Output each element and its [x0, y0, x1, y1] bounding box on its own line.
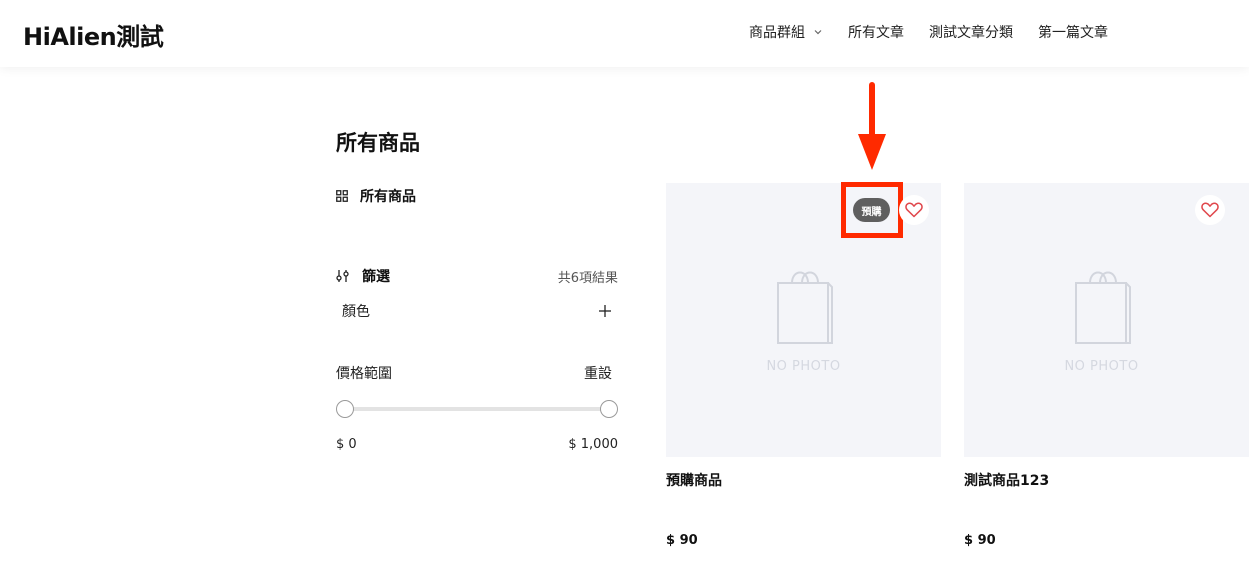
heart-icon: [905, 202, 923, 218]
annotation-arrow-icon: [858, 82, 886, 170]
price-range-values: $ 0 $ 1,000: [336, 437, 618, 452]
plus-icon[interactable]: [598, 304, 612, 318]
no-photo-text: NO PHOTO: [766, 359, 841, 374]
heart-icon: [1201, 202, 1219, 218]
chevron-down-icon: [814, 30, 822, 35]
no-photo-text: NO PHOTO: [1064, 359, 1139, 374]
product-image[interactable]: NO PHOTO: [964, 183, 1249, 457]
product-name[interactable]: 預購商品: [666, 470, 941, 490]
site-header: HiAlien測試 商品群組 所有文章 測試文章分類 第一篇文章: [0, 0, 1249, 67]
shopping-bag-icon: [1074, 271, 1131, 344]
shopping-bag-icon: [776, 271, 833, 344]
nav-item-label: 所有文章: [848, 25, 904, 41]
wishlist-button[interactable]: [899, 195, 929, 225]
nav-item-label: 測試文章分類: [929, 25, 1013, 41]
main-nav: 商品群組 所有文章 測試文章分類 第一篇文章: [749, 22, 1108, 42]
price-max-value: $ 1,000: [568, 437, 618, 452]
slider-track: [345, 407, 609, 411]
wishlist-button[interactable]: [1195, 195, 1225, 225]
product-image[interactable]: NO PHOTO 預購: [666, 182, 941, 457]
no-photo-placeholder: NO PHOTO: [964, 261, 1239, 374]
page-title: 所有商品: [336, 131, 420, 155]
product-price: $ 90: [964, 533, 996, 548]
product-card[interactable]: NO PHOTO 測試商品123 $ 90: [964, 183, 1249, 548]
nav-item-first-article[interactable]: 第一篇文章: [1038, 22, 1108, 42]
nav-item-test-article-category[interactable]: 測試文章分類: [929, 22, 1013, 42]
product-card[interactable]: NO PHOTO 預購 預購商品 $ 90: [666, 182, 941, 548]
category-all-products[interactable]: 所有商品: [336, 186, 416, 206]
color-filter[interactable]: 顏色: [342, 301, 612, 321]
filter-label: 篩選: [362, 269, 390, 285]
price-min-value: $ 0: [336, 437, 357, 452]
reset-button[interactable]: 重設: [584, 363, 612, 383]
slider-handle-min[interactable]: [336, 400, 354, 418]
nav-item-all-articles[interactable]: 所有文章: [848, 22, 904, 42]
no-photo-placeholder: NO PHOTO: [666, 261, 941, 374]
result-count: 共6項結果: [557, 270, 618, 286]
slider-handle-max[interactable]: [600, 400, 618, 418]
nav-item-label: 第一篇文章: [1038, 25, 1108, 41]
filter-sliders-icon: [336, 270, 349, 282]
nav-item-product-groups[interactable]: 商品群組: [749, 22, 823, 42]
price-range-header: 價格範圍 重設: [336, 363, 612, 383]
annotation-highlight-box: [841, 182, 903, 238]
category-label: 所有商品: [360, 189, 416, 205]
color-filter-label: 顏色: [342, 304, 370, 320]
price-range-label: 價格範圍: [336, 366, 392, 382]
filter-header: 篩選 共6項結果: [336, 266, 618, 286]
nav-item-label: 商品群組: [749, 25, 805, 41]
product-price: $ 90: [666, 533, 698, 548]
filter-title: 篩選: [336, 266, 390, 286]
product-name[interactable]: 測試商品123: [964, 470, 1249, 490]
site-logo[interactable]: HiAlien測試: [23, 17, 164, 52]
grid-icon: [336, 190, 348, 202]
price-range-slider[interactable]: [336, 400, 618, 418]
